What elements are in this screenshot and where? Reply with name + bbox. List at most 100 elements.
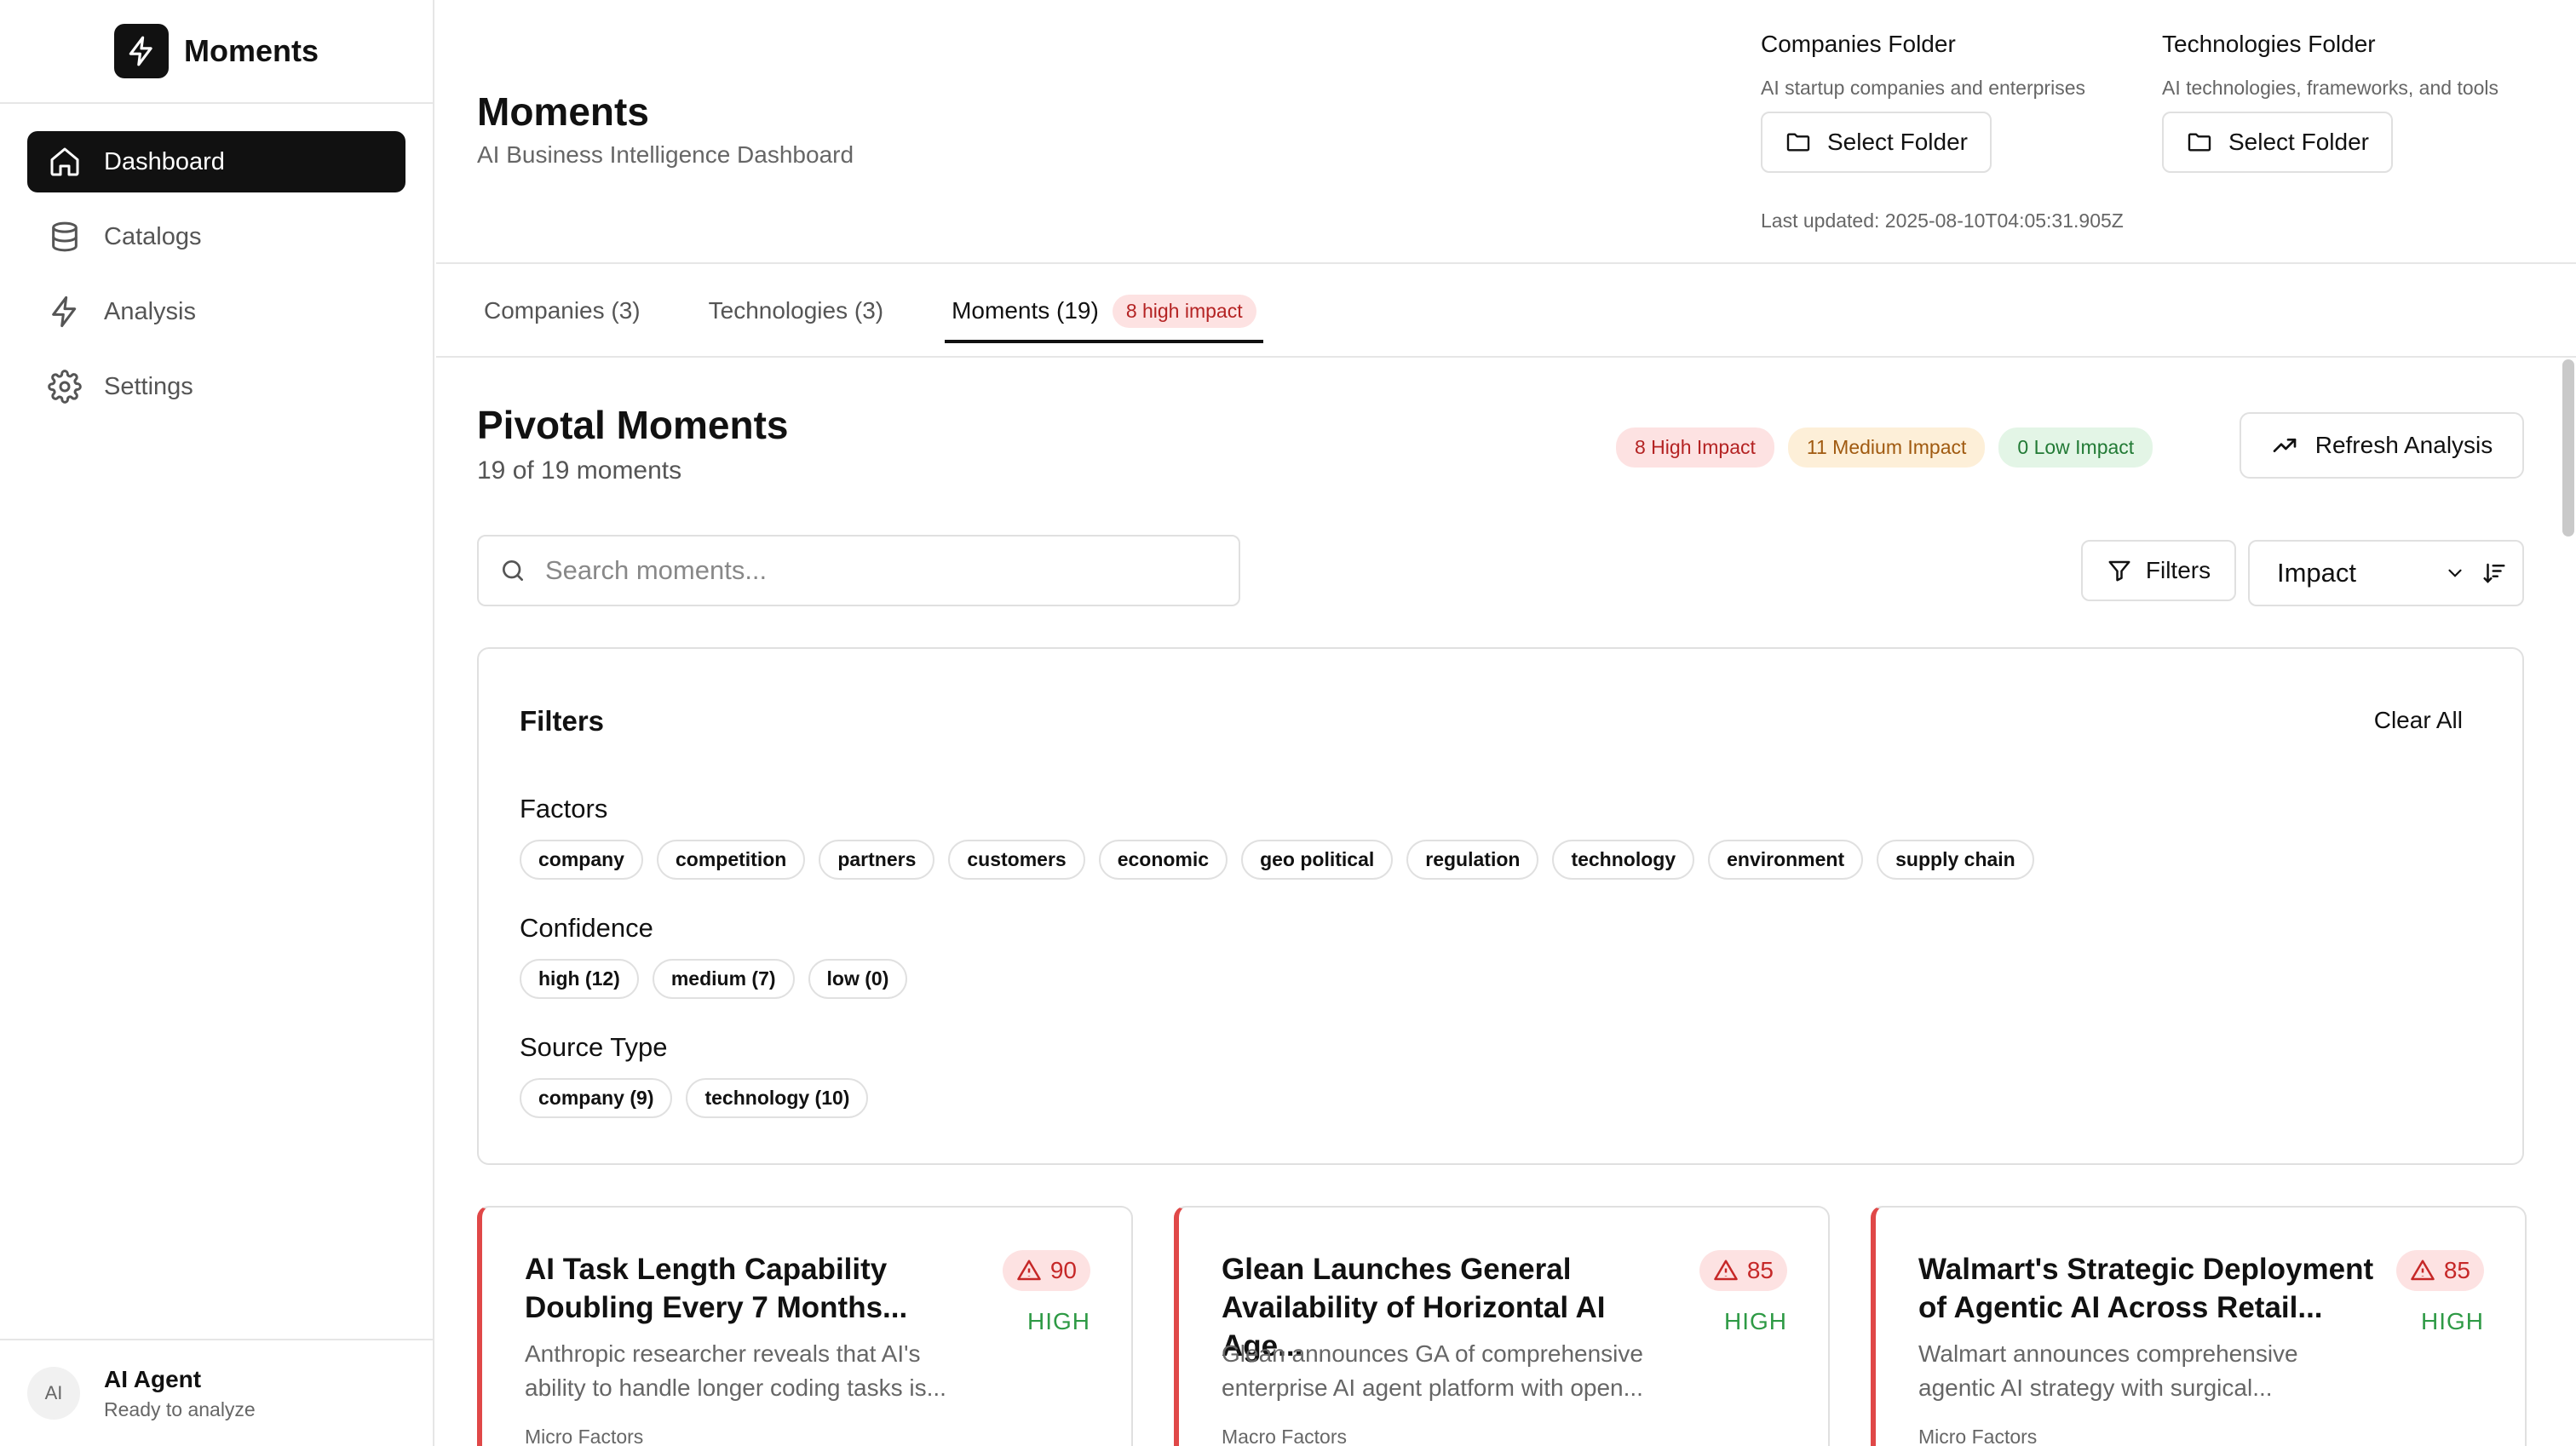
factor-chip-regulation[interactable]: regulation: [1406, 840, 1539, 880]
page-header: Moments AI Business Intelligence Dashboa…: [436, 0, 2576, 264]
zap-icon: [52, 296, 77, 328]
folder-icon: [1786, 133, 1810, 152]
moment-description: Glean announces GA of comprehensive ente…: [1222, 1340, 1643, 1401]
agent-status: Ready to analyze: [104, 1397, 256, 1420]
source-type-filter-group: Source Type company (9) technology (10): [520, 1032, 869, 1118]
select-companies-folder-button[interactable]: Select Folder: [1761, 112, 1992, 173]
sort-descending-icon[interactable]: [2481, 560, 2507, 586]
agent-name: AI Agent: [104, 1365, 202, 1392]
confidence-filter-group: Confidence high (12) medium (7) low (0): [520, 913, 908, 999]
scrollbar[interactable]: [2562, 359, 2574, 537]
page-subtitle: AI Business Intelligence Dashboard: [477, 141, 854, 168]
page-title: Moments: [477, 89, 649, 134]
sidebar-item-settings[interactable]: Settings: [27, 356, 405, 417]
confidence-chip-medium[interactable]: medium (7): [652, 959, 795, 999]
select-technologies-folder-button[interactable]: Select Folder: [2162, 112, 2393, 173]
moment-title: AI Task Length Capability Doubling Every…: [525, 1253, 908, 1324]
tab-label: Technologies (3): [708, 297, 884, 324]
tab-technologies[interactable]: Technologies (3): [709, 265, 883, 357]
select-folder-label: Select Folder: [1827, 129, 1968, 155]
refresh-analysis-button[interactable]: Refresh Analysis: [2240, 412, 2524, 479]
factor-chip-company[interactable]: company: [520, 840, 643, 880]
companies-folder-description: AI startup companies and enterprises: [1761, 77, 2085, 99]
factor-chip-supply-chain[interactable]: supply chain: [1877, 840, 2034, 880]
search-box: [477, 535, 1240, 606]
trending-up-icon: [2273, 439, 2297, 452]
factor-chip-technology[interactable]: technology: [1552, 840, 1695, 880]
impact-level: HIGH: [1724, 1308, 1787, 1334]
moment-card[interactable]: Walmart's Strategic Deployment of Agenti…: [1871, 1206, 2527, 1446]
confidence-chip-high[interactable]: high (12): [520, 959, 639, 999]
agent-status-panel: AI AI Agent Ready to analyze: [0, 1339, 433, 1446]
confidence-chip-low[interactable]: low (0): [808, 959, 908, 999]
medium-impact-badge: 11 Medium Impact: [1787, 427, 1986, 468]
tab-moments[interactable]: Moments (19) 8 high impact: [945, 265, 1263, 357]
select-folder-label: Select Folder: [2228, 129, 2369, 155]
app-name: Moments: [183, 33, 319, 68]
impact-level: HIGH: [2421, 1308, 2484, 1334]
sidebar-item-catalogs[interactable]: Catalogs: [27, 206, 405, 267]
high-impact-count-badge: 8 high impact: [1112, 294, 1256, 328]
factor-chip-competition[interactable]: competition: [656, 840, 806, 880]
companies-folder-title: Companies Folder: [1761, 31, 1956, 57]
main-content: Pivotal Moments 19 of 19 moments 8 High …: [436, 359, 2576, 1446]
sidebar-item-analysis[interactable]: Analysis: [27, 281, 405, 342]
tab-label: Moments (19): [952, 297, 1099, 324]
tab-companies[interactable]: Companies (3): [484, 265, 641, 357]
clear-all-button[interactable]: Clear All: [2374, 707, 2463, 734]
impact-score-badge: 85: [2395, 1250, 2484, 1291]
sidebar-nav: Dashboard Catalogs Analysis Settings: [0, 104, 433, 445]
moments-count: 19 of 19 moments: [477, 456, 682, 485]
avatar: AI: [27, 1367, 80, 1420]
lightning-logo-icon: [113, 24, 169, 78]
impact-score-badge: 90: [1002, 1250, 1090, 1291]
factor-chip-partners[interactable]: partners: [819, 840, 935, 880]
factor-chip-economic[interactable]: economic: [1098, 840, 1228, 880]
section-title: Pivotal Moments: [477, 403, 789, 447]
factor-chip-customers[interactable]: customers: [948, 840, 1085, 880]
impact-score: 85: [2443, 1257, 2470, 1283]
moment-card[interactable]: Glean Launches General Availability of H…: [1174, 1206, 1830, 1446]
confidence-label: Confidence: [520, 913, 653, 943]
low-impact-badge: 0 Low Impact: [1998, 427, 2153, 468]
sort-select[interactable]: Impact: [2248, 540, 2524, 606]
moment-description: Walmart announces comprehensive agentic …: [1918, 1340, 2298, 1401]
sort-value: Impact: [2277, 558, 2357, 588]
moment-card[interactable]: AI Task Length Capability Doubling Every…: [477, 1206, 1133, 1446]
factor-chip-geo-political[interactable]: geo political: [1241, 840, 1394, 880]
companies-folder: Companies Folder AI startup companies an…: [1761, 31, 2085, 173]
home-icon: [50, 147, 79, 176]
sidebar: Moments Dashboard Catalogs Analysis Sett…: [0, 0, 434, 1446]
tab-bar: Companies (3) Technologies (3) Moments (…: [436, 266, 2576, 358]
alert-triangle-icon: [2411, 1260, 2435, 1281]
source-chip-technology[interactable]: technology (10): [686, 1078, 869, 1118]
technologies-folder: Technologies Folder AI technologies, fra…: [2162, 31, 2498, 173]
moment-description: Anthropic researcher reveals that AI's a…: [525, 1340, 946, 1401]
source-type-label: Source Type: [520, 1032, 668, 1062]
moment-factor-type: Micro Factors: [525, 1426, 644, 1446]
sidebar-item-label: Analysis: [104, 297, 196, 325]
database-icon: [52, 221, 78, 252]
impact-level: HIGH: [1027, 1308, 1090, 1334]
filters-button-label: Filters: [2145, 557, 2211, 583]
refresh-analysis-label: Refresh Analysis: [2314, 432, 2493, 458]
source-chip-company[interactable]: company (9): [520, 1078, 673, 1118]
technologies-folder-title: Technologies Folder: [2162, 31, 2376, 57]
brand[interactable]: Moments: [0, 0, 433, 104]
filters-button[interactable]: Filters: [2081, 540, 2236, 601]
filters-panel: Filters Clear All Factors company compet…: [477, 647, 2524, 1165]
filter-icon: [2108, 560, 2130, 582]
search-input[interactable]: [545, 555, 1210, 586]
factor-chip-environment[interactable]: environment: [1708, 840, 1864, 880]
moment-title: Walmart's Strategic Deployment of Agenti…: [1918, 1253, 2374, 1324]
impact-score-badge: 85: [1699, 1250, 1787, 1291]
impact-score: 85: [1746, 1257, 1774, 1283]
factors-label: Factors: [520, 794, 608, 823]
sidebar-item-label: Catalogs: [104, 222, 202, 250]
gear-icon: [48, 370, 82, 404]
sidebar-item-dashboard[interactable]: Dashboard: [27, 131, 405, 192]
technologies-folder-description: AI technologies, frameworks, and tools: [2162, 77, 2499, 99]
alert-triangle-icon: [1017, 1260, 1041, 1281]
chevron-down-icon: [2448, 569, 2462, 577]
sidebar-item-label: Settings: [104, 372, 193, 400]
